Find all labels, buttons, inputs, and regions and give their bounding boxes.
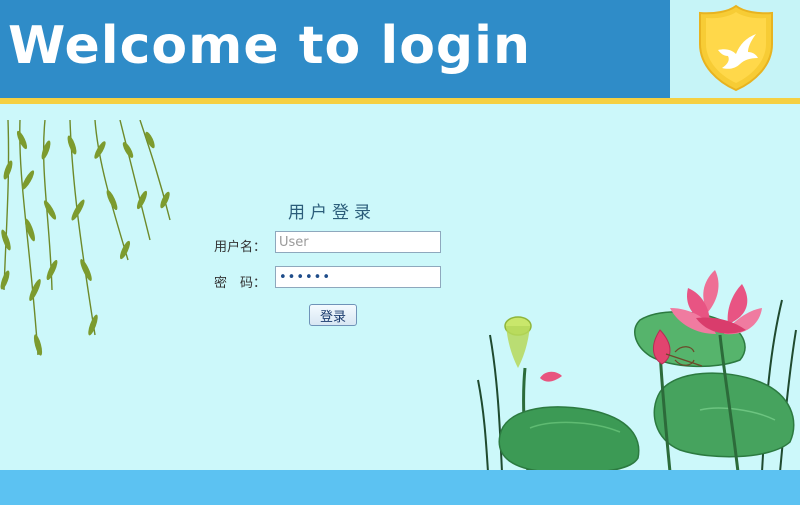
page-title: Welcome to login: [8, 16, 531, 76]
header-accent-line: [0, 98, 800, 104]
username-input[interactable]: [275, 231, 441, 253]
shield-dove-icon: [699, 4, 773, 92]
username-label: 用户名：: [214, 240, 267, 255]
willow-branches-image: [0, 120, 171, 356]
lotus-pond-image: [477, 270, 797, 472]
password-label: 密 码：: [214, 276, 267, 291]
login-button[interactable]: 登录: [309, 304, 357, 326]
login-title: 用户登录: [288, 203, 376, 223]
footer-bar: [0, 470, 800, 505]
password-input[interactable]: [275, 266, 441, 288]
